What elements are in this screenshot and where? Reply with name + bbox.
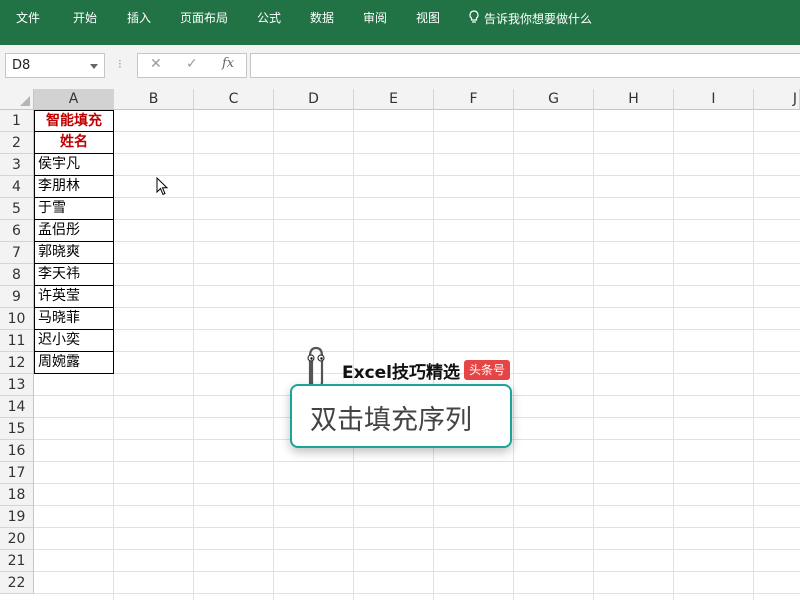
formula-buttons: ✕ ✓ fx [137,53,247,78]
name-box-value: D8 [12,58,31,73]
gridline [34,241,800,242]
chevron-down-icon[interactable] [90,64,98,69]
cell-a12[interactable]: 周婉露 [34,352,114,374]
row-header-13[interactable]: 13 [0,374,34,396]
formula-input[interactable] [250,53,800,78]
row-header-21[interactable]: 21 [0,550,34,572]
gridline [34,329,800,330]
caption-text: 双击填充序列 [310,405,472,436]
row-header-17[interactable]: 17 [0,462,34,484]
insert-function-icon[interactable]: fx [222,56,234,71]
brand-watermark: Excel技巧精选 [342,363,461,383]
formula-area: D8 ⁝ ✕ ✓ fx [0,45,800,89]
cell-a9[interactable]: 许英莹 [34,286,114,308]
cell-a7[interactable]: 郭晓爽 [34,242,114,264]
gridline [34,527,800,528]
row-header-4[interactable]: 4 [0,176,34,198]
ribbon-tab-bar: 文件 开始 插入 页面布局 公式 数据 审阅 视图 告诉我你想要做什么 [0,0,800,45]
tab-insert[interactable]: 插入 [127,10,151,26]
gridline [34,461,800,462]
gridline [34,351,800,352]
row-header-9[interactable]: 9 [0,286,34,308]
gridline [34,483,800,484]
cell-a10[interactable]: 马晓菲 [34,308,114,330]
gridline [34,219,800,220]
col-header-c[interactable]: C [194,89,274,110]
gridline [34,263,800,264]
col-header-e[interactable]: E [354,89,434,110]
tab-view[interactable]: 视图 [416,10,440,26]
caption-tooltip: 双击填充序列 [290,384,512,448]
gridline [34,505,800,506]
tell-me-search[interactable]: 告诉我你想要做什么 [468,10,592,28]
row-header-12[interactable]: 12 [0,352,34,374]
tab-formulas[interactable]: 公式 [257,10,281,26]
row-header-19[interactable]: 19 [0,506,34,528]
row-header-8[interactable]: 8 [0,264,34,286]
col-header-h[interactable]: H [594,89,674,110]
tell-me-label: 告诉我你想要做什么 [484,12,593,26]
row-header-20[interactable]: 20 [0,528,34,550]
gridline [34,175,800,176]
mouse-pointer-icon [156,177,169,196]
cell-a4[interactable]: 李朋林 [34,176,114,198]
row-header-6[interactable]: 6 [0,220,34,242]
col-header-d[interactable]: D [274,89,354,110]
gridline [34,197,800,198]
row-header-14[interactable]: 14 [0,396,34,418]
gridline [34,307,800,308]
select-all-button[interactable] [0,89,34,110]
gridline [34,285,800,286]
row-header-22[interactable]: 22 [0,572,34,594]
worksheet-grid[interactable]: A B C D E F G H I J 1 2 3 4 5 6 7 8 9 10… [0,89,800,600]
cell-a11[interactable]: 迟小奕 [34,330,114,352]
cell-a6[interactable]: 孟侣彤 [34,220,114,242]
gridline [34,549,800,550]
name-box[interactable]: D8 [5,53,105,78]
cell-a5[interactable]: 于雪 [34,198,114,220]
cell-a2[interactable]: 姓名 [34,132,114,154]
more-dots-icon: ⁝ [118,57,122,71]
row-header-10[interactable]: 10 [0,308,34,330]
toutiao-badge: 头条号 [464,360,511,380]
tab-page-layout[interactable]: 页面布局 [180,10,228,26]
col-header-j[interactable]: J [754,89,800,110]
row-header-3[interactable]: 3 [0,154,34,176]
col-header-i[interactable]: I [674,89,754,110]
tab-home[interactable]: 开始 [73,10,97,26]
row-header-16[interactable]: 16 [0,440,34,462]
col-header-g[interactable]: G [514,89,594,110]
tab-review[interactable]: 审阅 [363,10,387,26]
enter-icon[interactable]: ✓ [186,56,198,72]
tab-file[interactable]: 文件 [16,10,40,26]
row-header-15[interactable]: 15 [0,418,34,440]
row-header-5[interactable]: 5 [0,198,34,220]
tab-data[interactable]: 数据 [310,10,334,26]
gridline [34,153,800,154]
gridline [34,593,800,594]
col-header-f[interactable]: F [434,89,514,110]
col-header-b[interactable]: B [114,89,194,110]
cancel-icon[interactable]: ✕ [150,56,162,72]
col-header-a[interactable]: A [34,89,114,110]
gridline [34,571,800,572]
row-header-18[interactable]: 18 [0,484,34,506]
row-header-1[interactable]: 1 [0,110,34,132]
cell-a3[interactable]: 侯宇凡 [34,154,114,176]
cell-a8[interactable]: 李天祎 [34,264,114,286]
cell-a1[interactable]: 智能填充 [34,110,114,132]
row-header-7[interactable]: 7 [0,242,34,264]
lightbulb-icon [468,10,480,28]
gridline [34,131,800,132]
row-header-2[interactable]: 2 [0,132,34,154]
row-header-11[interactable]: 11 [0,330,34,352]
